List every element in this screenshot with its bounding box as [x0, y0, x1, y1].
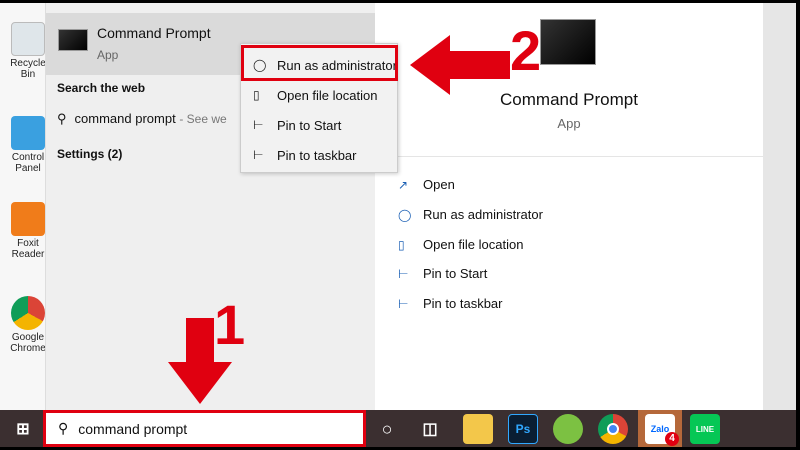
task-view-button[interactable]: ◫ [415, 414, 445, 444]
settings-section[interactable]: Settings (2) [57, 147, 122, 161]
action-pin-start[interactable]: ⊢ Pin to Start [398, 266, 487, 281]
coccoc-button[interactable] [553, 414, 583, 444]
circle-icon: ○ [381, 418, 393, 439]
windows-icon: ⊞ [16, 421, 30, 438]
taskbar-search-box[interactable]: ⚲ command prompt [43, 410, 366, 447]
icon-label: Google Chrome [10, 332, 46, 354]
photoshop-icon: Ps [515, 422, 531, 436]
zalo-icon: Zalo [650, 424, 670, 434]
command-prompt-large-icon [540, 19, 596, 65]
cortana-button[interactable]: ○ [372, 414, 402, 444]
highlight-box [241, 45, 398, 81]
control-panel-icon [11, 116, 45, 150]
pin-icon: ⊢ [253, 148, 264, 162]
photoshop-button[interactable]: Ps [508, 414, 538, 444]
desktop-icon-control-panel[interactable]: Control Panel [8, 116, 48, 174]
zalo-button[interactable]: Zalo 4 [645, 414, 679, 446]
command-prompt-icon [58, 29, 88, 51]
action-open[interactable]: ↗ Open [398, 177, 455, 192]
line-icon: LINE [695, 424, 715, 434]
best-match-subtitle: App [97, 48, 119, 62]
file-explorer-button[interactable] [463, 414, 493, 444]
action-open-file-location[interactable]: ▯ Open file location [398, 237, 523, 252]
web-section-header: Search the web [57, 81, 146, 95]
search-icon: ⚲ [58, 420, 69, 436]
foxit-icon [11, 202, 45, 236]
menu-label: Open file location [277, 87, 378, 103]
action-label: Pin to taskbar [423, 296, 503, 311]
best-match-title: Command Prompt [97, 25, 211, 41]
open-icon: ↗ [398, 177, 409, 192]
menu-pin-start[interactable]: ⊢ Pin to Start [241, 110, 397, 140]
menu-pin-taskbar[interactable]: ⊢ Pin to taskbar [241, 140, 397, 170]
action-run-as-admin[interactable]: ◯ Run as administrator [398, 207, 543, 222]
line-button[interactable]: LINE [690, 414, 720, 444]
web-suffix: - See we [179, 112, 227, 126]
chrome-icon [11, 296, 45, 330]
menu-open-file-location[interactable]: ▯ Open file location [241, 80, 397, 110]
pin-icon: ⊢ [398, 296, 409, 311]
detail-subtitle: App [557, 116, 581, 131]
action-label: Open [423, 177, 455, 192]
desktop-icon-foxit[interactable]: Foxit Reader [8, 202, 48, 260]
pin-icon: ⊢ [253, 118, 264, 132]
icon-label: Foxit Reader [11, 238, 45, 260]
chrome-button[interactable] [598, 414, 628, 444]
step-1-label: 1 [214, 293, 246, 356]
desktop-edge [763, 3, 796, 410]
menu-label: Pin to taskbar [277, 147, 357, 163]
start-button[interactable]: ⊞ [8, 414, 38, 444]
search-icon: ⚲ [57, 111, 67, 126]
search-input[interactable]: command prompt [78, 421, 187, 437]
action-pin-taskbar[interactable]: ⊢ Pin to taskbar [398, 296, 503, 311]
action-label: Pin to Start [423, 266, 488, 281]
chrome-icon [607, 423, 619, 435]
icon-label: Recycle Bin [10, 58, 46, 80]
divider [375, 156, 763, 157]
desktop-icon-chrome[interactable]: Google Chrome [8, 296, 48, 354]
desktop-icon-recycle-bin[interactable]: Recycle Bin [8, 22, 48, 80]
task-view-icon: ◫ [422, 421, 438, 438]
arrow-left-annotation [410, 35, 510, 95]
folder-icon: ▯ [398, 237, 405, 252]
web-query: command prompt [74, 111, 176, 126]
folder-icon: ▯ [253, 88, 260, 102]
notification-badge: 4 [665, 432, 679, 446]
recycle-bin-icon [11, 22, 45, 56]
menu-label: Pin to Start [277, 117, 342, 133]
action-label: Open file location [423, 237, 524, 252]
pin-icon: ⊢ [398, 266, 409, 281]
step-2-label: 2 [510, 19, 542, 82]
action-label: Run as administrator [423, 207, 543, 222]
icon-label: Control Panel [11, 152, 45, 174]
web-search-result[interactable]: ⚲ command prompt - See we [57, 111, 227, 127]
shield-icon: ◯ [398, 207, 412, 222]
